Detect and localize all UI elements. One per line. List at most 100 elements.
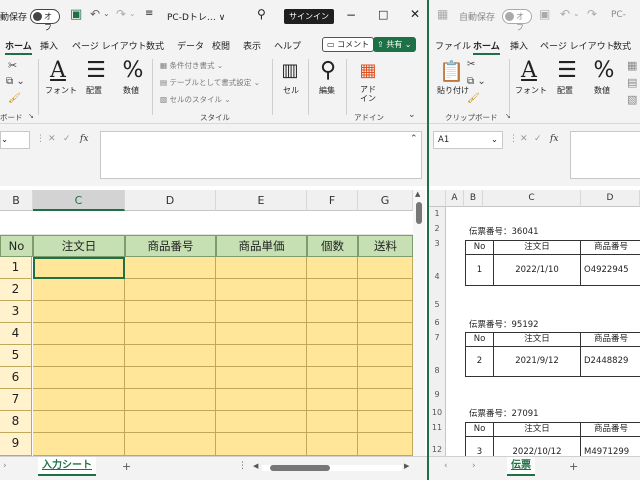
column-header[interactable]: C: [483, 190, 581, 207]
editing-group[interactable]: ⚲ 編集: [314, 55, 342, 124]
row-number[interactable]: 10: [429, 405, 446, 420]
redo-icon[interactable]: ↷: [116, 7, 126, 21]
table-cell[interactable]: [358, 367, 413, 389]
autosave-toggle[interactable]: オフ: [502, 9, 532, 32]
tab-view[interactable]: 表示: [243, 39, 261, 52]
sheet-nav-next-icon[interactable]: ›: [3, 461, 7, 471]
save-icon[interactable]: ▣: [70, 7, 82, 22]
table-cell[interactable]: [33, 411, 125, 433]
table-cell[interactable]: [125, 367, 216, 389]
formula-more-icon[interactable]: ⋮: [509, 134, 518, 144]
slip-cell[interactable]: 2: [465, 346, 494, 377]
table-cell[interactable]: [358, 389, 413, 411]
tab-data[interactable]: データ: [177, 39, 204, 52]
formula-input[interactable]: [570, 131, 640, 179]
table-cell[interactable]: [358, 257, 413, 279]
formula-input[interactable]: [100, 131, 422, 179]
column-header[interactable]: F: [307, 190, 358, 211]
undo-icon[interactable]: ↶: [90, 7, 100, 21]
scroll-right-icon[interactable]: ▶: [404, 462, 409, 470]
table-cell[interactable]: [307, 345, 358, 367]
table-format-icon[interactable]: ▤: [627, 76, 637, 89]
row-number[interactable]: 8: [0, 411, 32, 433]
save-icon[interactable]: ▣: [539, 7, 550, 21]
document-title[interactable]: PC-: [611, 10, 626, 20]
slip-title[interactable]: 伝票番号：95192: [469, 318, 539, 330]
font-group[interactable]: A フォント: [513, 55, 547, 124]
alignment-group[interactable]: ☰ 配置: [80, 55, 112, 124]
slip-header-cell[interactable]: 商品番号: [580, 332, 640, 347]
row-number[interactable]: 12: [429, 435, 446, 456]
tab-review[interactable]: 校閲: [212, 39, 230, 52]
blank-row[interactable]: [0, 211, 413, 235]
row-number[interactable]: 1: [0, 257, 32, 279]
vertical-scrollbar[interactable]: ▲: [413, 190, 425, 456]
tab-file[interactable]: ファイル: [435, 39, 471, 52]
select-all-corner[interactable]: [429, 190, 446, 207]
row-number[interactable]: 4: [0, 323, 32, 345]
table-cell[interactable]: [307, 433, 358, 456]
scroll-up-icon[interactable]: ▲: [415, 190, 420, 198]
copy-icon[interactable]: ⧉ ⌄: [467, 76, 486, 87]
ribbon-collapse-icon[interactable]: ⌄: [408, 110, 416, 120]
column-header[interactable]: G: [358, 190, 413, 211]
row-number[interactable]: 5: [429, 291, 446, 316]
slip-header-cell[interactable]: No: [465, 240, 494, 255]
add-sheet-button[interactable]: +: [122, 460, 131, 473]
hscroll-thumb[interactable]: [270, 465, 330, 471]
column-header[interactable]: A: [446, 190, 464, 207]
column-header[interactable]: D: [125, 190, 216, 211]
row-number[interactable]: 6: [429, 316, 446, 330]
active-cell-selection[interactable]: [33, 257, 125, 279]
row-number[interactable]: 5: [0, 345, 32, 367]
table-cell[interactable]: [358, 323, 413, 345]
name-box[interactable]: ⌄: [0, 131, 30, 149]
table-cell[interactable]: [307, 301, 358, 323]
document-title[interactable]: PC-Dトレ… ∨: [167, 10, 225, 23]
tab-page-layout[interactable]: ページ レイアウト: [540, 39, 615, 52]
table-cell[interactable]: [125, 345, 216, 367]
table-cell[interactable]: [125, 323, 216, 345]
paste-icon[interactable]: 📋: [439, 59, 464, 83]
column-header-selected[interactable]: C: [33, 190, 125, 211]
scroll-thumb[interactable]: [416, 202, 422, 224]
slip-cell[interactable]: O4922945: [580, 254, 640, 286]
table-cell[interactable]: [307, 279, 358, 301]
table-cell[interactable]: [358, 279, 413, 301]
table-header-cell[interactable]: 商品番号: [125, 235, 216, 257]
format-painter-icon[interactable]: 🖌: [467, 93, 480, 104]
table-cell[interactable]: [33, 345, 125, 367]
table-cell[interactable]: [307, 323, 358, 345]
column-header[interactable]: B: [464, 190, 483, 207]
name-box[interactable]: A1 ⌄: [433, 131, 503, 149]
table-cell[interactable]: [216, 389, 307, 411]
undo-dropdown-icon[interactable]: ⌄: [103, 9, 110, 18]
slip-header-cell[interactable]: No: [465, 422, 494, 437]
row-number[interactable]: 7: [429, 330, 446, 345]
table-cell[interactable]: [307, 367, 358, 389]
table-header-cell[interactable]: No: [0, 235, 33, 257]
undo-icon[interactable]: ↶: [560, 7, 570, 21]
number-group[interactable]: % 数値: [118, 55, 148, 124]
formula-more-icon[interactable]: ⋮: [36, 134, 45, 144]
table-cell[interactable]: [33, 389, 125, 411]
cells-group[interactable]: ▥ セル: [276, 55, 304, 124]
format-as-table-button[interactable]: ▤ テーブルとして書式設定 ⌄: [160, 77, 260, 88]
search-icon[interactable]: ⚲: [257, 7, 266, 21]
table-cell[interactable]: [125, 301, 216, 323]
table-header-cell[interactable]: 注文日: [33, 235, 125, 257]
table-cell[interactable]: [307, 411, 358, 433]
sheet-nav-next-icon[interactable]: ›: [472, 461, 476, 471]
autosave-toggle[interactable]: オフ: [30, 9, 60, 32]
add-sheet-button[interactable]: +: [569, 460, 578, 473]
row-number[interactable]: 6: [0, 367, 32, 389]
slip-header-cell[interactable]: No: [465, 332, 494, 347]
table-cell[interactable]: [125, 433, 216, 456]
slip-header-cell[interactable]: 注文日: [493, 422, 581, 437]
tab-help[interactable]: ヘルプ: [274, 39, 301, 52]
number-group[interactable]: % 数値: [589, 55, 619, 124]
cancel-entry-icon[interactable]: ✕: [48, 134, 56, 144]
cell-styles-button[interactable]: ▧ セルのスタイル ⌄: [160, 94, 231, 105]
tab-page-layout[interactable]: ページ レイアウト: [72, 39, 147, 52]
table-cell[interactable]: [216, 433, 307, 456]
